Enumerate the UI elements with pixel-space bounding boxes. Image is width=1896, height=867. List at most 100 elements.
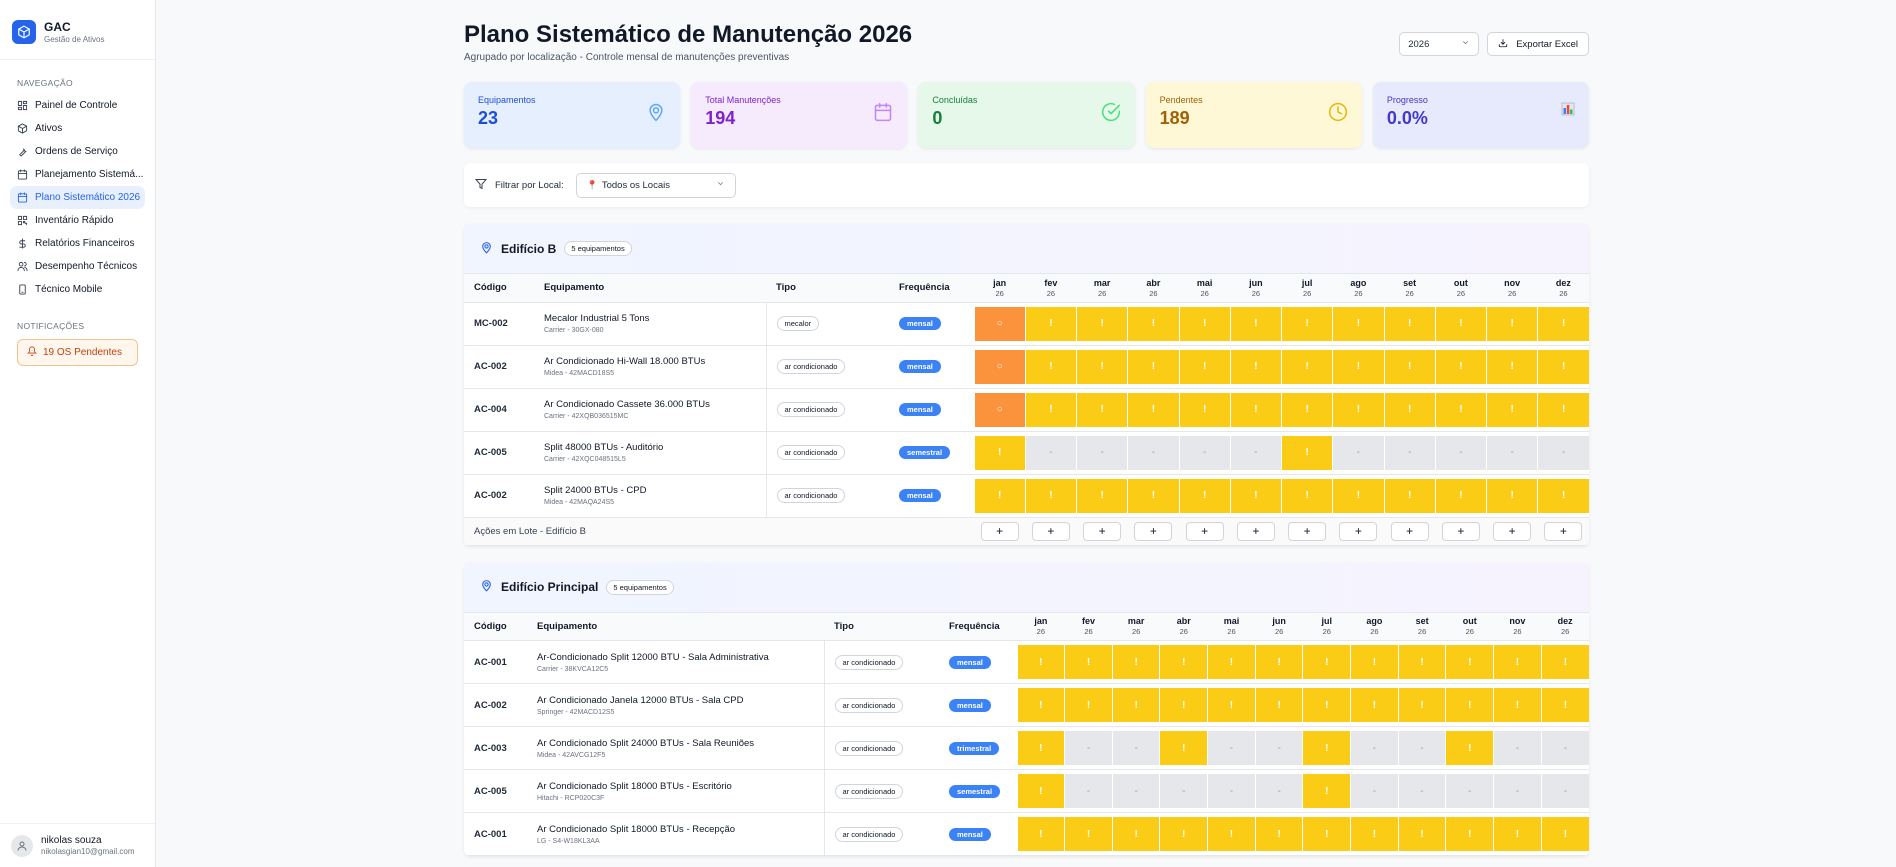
batch-add-button[interactable]: + [1493, 521, 1532, 541]
month-status-cell[interactable]: ! [1229, 474, 1282, 518]
month-status-cell[interactable]: ! [1445, 640, 1494, 684]
month-status-cell[interactable]: ! [1302, 812, 1351, 856]
month-status-cell[interactable]: - [1178, 431, 1231, 475]
batch-add-button[interactable]: + [1134, 521, 1173, 541]
month-status-cell[interactable]: - [1254, 726, 1303, 770]
month-status-cell[interactable]: ! [1397, 640, 1446, 684]
month-status-cell[interactable]: ! [1024, 345, 1077, 389]
month-status-cell[interactable]: ! [1280, 431, 1333, 475]
month-status-cell[interactable]: ! [1280, 345, 1333, 389]
month-status-cell[interactable]: ! [973, 474, 1026, 518]
month-status-cell[interactable]: ! [1127, 302, 1179, 346]
location-filter-select[interactable]: 📍 Todos os Locais [575, 172, 736, 198]
month-status-cell[interactable]: - [1064, 726, 1113, 770]
month-status-cell[interactable]: - [1397, 769, 1446, 813]
month-status-cell[interactable]: ! [1024, 302, 1077, 346]
month-status-cell[interactable]: ! [1159, 640, 1208, 684]
equipment-cell[interactable]: Ar Condicionado Janela 12000 BTUs - Sala… [527, 683, 824, 727]
batch-add-button[interactable]: + [980, 521, 1019, 541]
month-status-cell[interactable]: ! [1127, 474, 1179, 518]
month-status-cell[interactable]: ! [1485, 474, 1538, 518]
month-status-cell[interactable]: ! [1537, 388, 1589, 432]
month-status-cell[interactable]: - [1111, 769, 1160, 813]
month-status-cell[interactable]: ! [1537, 474, 1589, 518]
month-status-cell[interactable]: ! [1016, 769, 1065, 813]
sidebar-item-8[interactable]: Técnico Mobile [10, 278, 145, 301]
month-status-cell[interactable]: ! [1229, 388, 1282, 432]
month-status-cell[interactable]: ! [1016, 640, 1065, 684]
month-status-cell[interactable]: ! [1016, 812, 1065, 856]
location-header[interactable]: Edifício Principal 5 equipamentos [464, 562, 1589, 613]
month-status-cell[interactable]: ! [1302, 683, 1351, 727]
month-status-cell[interactable]: ! [1383, 302, 1436, 346]
month-status-cell[interactable]: ! [1159, 726, 1208, 770]
month-status-cell[interactable]: - [1445, 769, 1494, 813]
month-status-cell[interactable]: ! [1229, 302, 1282, 346]
month-status-cell[interactable]: - [1229, 431, 1282, 475]
sidebar-item-4[interactable]: Plano Sistemático 2026 [10, 186, 145, 209]
month-status-cell[interactable]: ! [1434, 345, 1487, 389]
month-status-cell[interactable]: - [1540, 726, 1589, 770]
month-status-cell[interactable]: ! [1332, 302, 1384, 346]
month-status-cell[interactable]: - [1383, 431, 1436, 475]
month-status-cell[interactable]: - [1207, 726, 1256, 770]
batch-add-button[interactable]: + [1288, 521, 1327, 541]
month-status-cell[interactable]: ! [1229, 345, 1282, 389]
month-status-cell[interactable]: ! [1485, 302, 1538, 346]
month-status-cell[interactable]: ! [1280, 388, 1333, 432]
month-status-cell[interactable]: ○ [973, 302, 1026, 346]
month-status-cell[interactable]: ! [1302, 726, 1351, 770]
month-status-cell[interactable]: ! [1127, 345, 1179, 389]
month-status-cell[interactable]: ! [1016, 683, 1065, 727]
month-status-cell[interactable]: - [1485, 431, 1538, 475]
month-status-cell[interactable]: ! [1178, 388, 1231, 432]
month-status-cell[interactable]: ! [1445, 726, 1494, 770]
equipment-cell[interactable]: Ar Condicionado Split 18000 BTUs - Recep… [527, 812, 824, 856]
sidebar-item-7[interactable]: Desempenho Técnicos [10, 255, 145, 278]
month-status-cell[interactable]: ! [1207, 812, 1256, 856]
month-status-cell[interactable]: ! [1178, 345, 1231, 389]
month-status-cell[interactable]: ! [1159, 812, 1208, 856]
batch-add-button[interactable]: + [1390, 521, 1429, 541]
month-status-cell[interactable]: ! [1111, 683, 1160, 727]
month-status-cell[interactable]: - [1127, 431, 1179, 475]
month-status-cell[interactable]: ! [1350, 683, 1399, 727]
month-status-cell[interactable]: ! [1111, 640, 1160, 684]
batch-add-button[interactable]: + [1031, 521, 1070, 541]
month-status-cell[interactable]: ! [1485, 388, 1538, 432]
month-status-cell[interactable]: ! [1127, 388, 1179, 432]
month-status-cell[interactable]: - [1397, 726, 1446, 770]
month-status-cell[interactable]: ! [1207, 683, 1256, 727]
month-status-cell[interactable]: ! [1350, 812, 1399, 856]
month-status-cell[interactable]: ! [1075, 388, 1128, 432]
batch-add-button[interactable]: + [1236, 521, 1275, 541]
month-status-cell[interactable]: ! [1075, 345, 1128, 389]
month-status-cell[interactable]: ! [1493, 683, 1542, 727]
month-status-cell[interactable]: - [1350, 726, 1399, 770]
month-status-cell[interactable]: ! [1075, 474, 1128, 518]
month-status-cell[interactable]: ! [1064, 640, 1113, 684]
export-excel-button[interactable]: Exportar Excel [1487, 32, 1589, 56]
month-status-cell[interactable]: ! [1254, 640, 1303, 684]
location-header[interactable]: Edifício B 5 equipamentos [464, 224, 1589, 274]
month-status-cell[interactable]: - [1493, 769, 1542, 813]
month-status-cell[interactable]: - [1207, 769, 1256, 813]
month-status-cell[interactable]: ! [1493, 640, 1542, 684]
month-status-cell[interactable]: ! [1383, 474, 1436, 518]
month-status-cell[interactable]: ! [1254, 812, 1303, 856]
month-status-cell[interactable]: ! [973, 431, 1026, 475]
month-status-cell[interactable]: ! [1207, 640, 1256, 684]
equipment-cell[interactable]: Split 24000 BTUs - CPD Midea - 42MAQA24S5 [534, 474, 766, 518]
month-status-cell[interactable]: ! [1302, 640, 1351, 684]
month-status-cell[interactable]: ! [1485, 345, 1538, 389]
month-status-cell[interactable]: ! [1434, 302, 1487, 346]
month-status-cell[interactable]: ! [1493, 812, 1542, 856]
month-status-cell[interactable]: - [1540, 769, 1589, 813]
month-status-cell[interactable]: ! [1332, 474, 1384, 518]
equipment-cell[interactable]: Ar Condicionado Cassete 36.000 BTUs Carri… [534, 388, 766, 432]
month-status-cell[interactable]: - [1254, 769, 1303, 813]
batch-add-button[interactable]: + [1441, 521, 1480, 541]
month-status-cell[interactable]: ! [1350, 640, 1399, 684]
month-status-cell[interactable]: ! [1016, 726, 1065, 770]
batch-add-button[interactable]: + [1339, 521, 1378, 541]
